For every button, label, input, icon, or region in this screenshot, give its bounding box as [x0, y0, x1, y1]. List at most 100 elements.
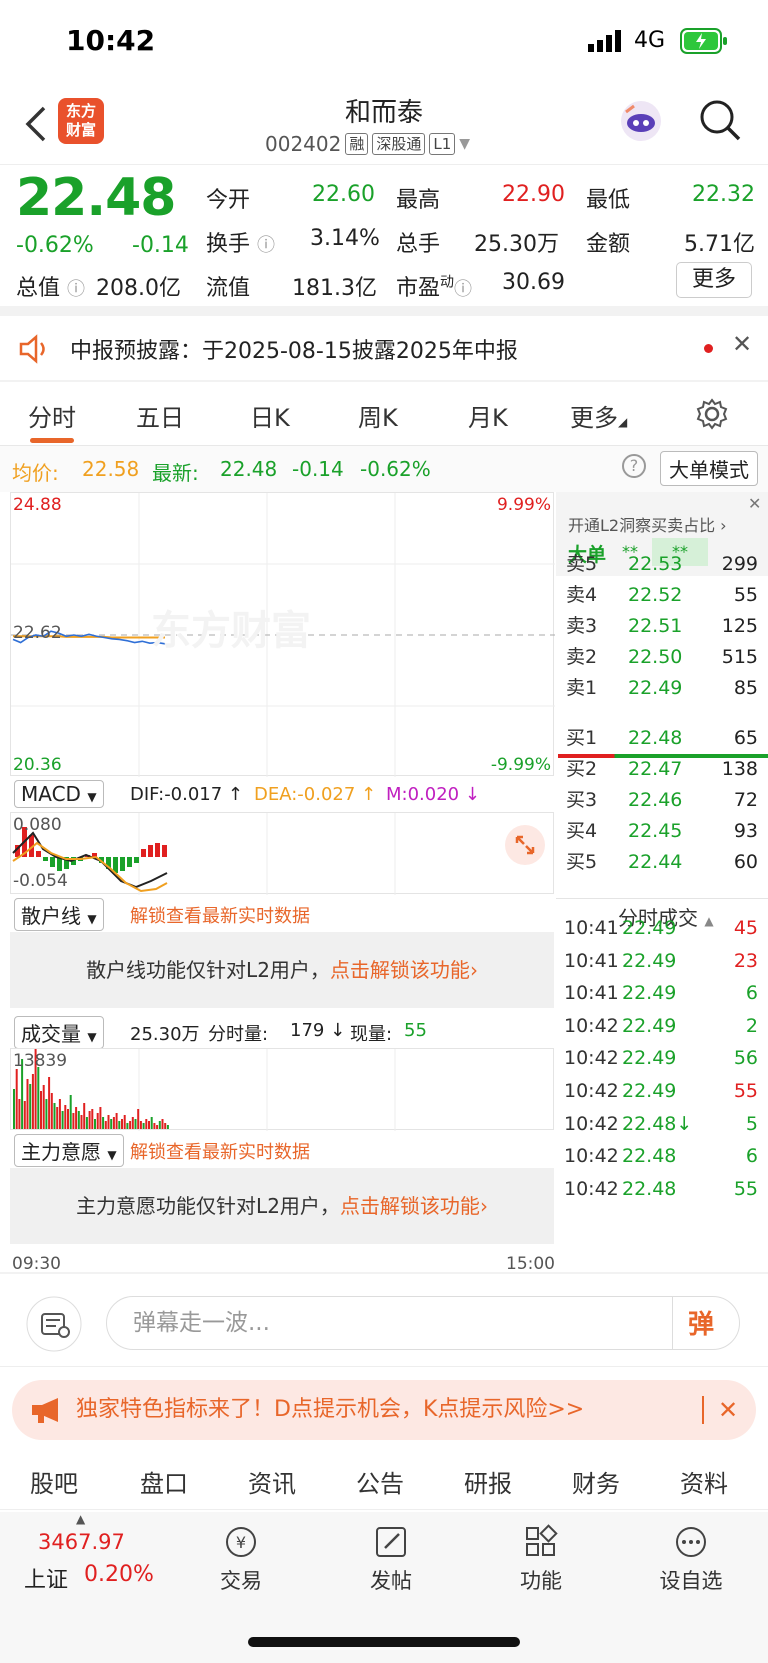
- gear-icon[interactable]: [696, 398, 728, 430]
- tab-more[interactable]: 更多◢: [570, 398, 627, 433]
- big-order-mode-button[interactable]: 大单模式: [660, 451, 758, 486]
- volume-bar: [88, 1111, 91, 1129]
- open-label: 今开: [206, 188, 251, 213]
- market-cap: 208.0亿: [96, 276, 181, 301]
- tab-five-day[interactable]: 五日: [136, 398, 184, 433]
- macd-m: M:0.020 ↓: [386, 784, 480, 805]
- main-force-unlock-button[interactable]: 点击解锁该功能›: [340, 1194, 488, 1218]
- high-value: 22.90: [502, 182, 565, 207]
- macd-chart[interactable]: 0.080 -0.054: [10, 812, 554, 895]
- help-icon[interactable]: ?: [622, 454, 646, 478]
- volume-bar: [156, 1125, 159, 1129]
- grid-icon: [526, 1524, 558, 1556]
- tab-announcement[interactable]: 公告: [356, 1464, 404, 1499]
- ask-row: 卖2 22.50 515: [566, 646, 758, 668]
- ask-row: 卖5 22.53 299: [566, 553, 758, 575]
- close-icon[interactable]: ✕: [718, 1380, 738, 1440]
- chart-tabs: 分时 五日 日K 周K 月K 更多◢: [0, 382, 768, 446]
- turnover-value: 3.14%: [310, 226, 380, 251]
- last-value: 22.48: [220, 457, 278, 481]
- danmu-settings-icon[interactable]: [26, 1296, 82, 1352]
- turnover-label: 换手 ⓘ: [206, 232, 276, 257]
- tab-profile[interactable]: 资料: [680, 1464, 728, 1499]
- tab-news[interactable]: 资讯: [248, 1464, 296, 1499]
- nav-function[interactable]: 功能: [496, 1524, 586, 1595]
- volume-chart[interactable]: 13839: [10, 1048, 554, 1131]
- stock-code-row[interactable]: 002402 融 深股通 L1 ▼: [265, 132, 470, 156]
- main-force-unlock-link[interactable]: 解锁查看最新实时数据: [130, 1138, 310, 1164]
- volume-bar: [164, 1123, 167, 1129]
- retail-unlock-button[interactable]: 点击解锁该功能›: [330, 958, 478, 982]
- danmu-send-button[interactable]: 弹: [688, 1304, 714, 1341]
- tab-intraday[interactable]: 分时: [28, 398, 76, 433]
- volume-bar: [150, 1117, 153, 1129]
- volume-total: 25.30万: [130, 1024, 200, 1045]
- volume-bar: [13, 1089, 15, 1129]
- close-icon[interactable]: ✕: [748, 494, 761, 513]
- pct-max-label: 9.99%: [496, 495, 551, 515]
- macd-bar: [36, 851, 41, 857]
- time-start: 09:30: [12, 1254, 61, 1274]
- bid-row: 买2 22.47 138: [566, 758, 758, 780]
- network-type: 4G: [634, 28, 666, 53]
- volume-bar: [112, 1117, 115, 1129]
- stock-header: 东方 财富 和而泰 002402 融 深股通 L1 ▼: [0, 86, 768, 164]
- nav-post[interactable]: 发帖: [346, 1524, 436, 1595]
- bid-row: 买3 22.46 72: [566, 789, 758, 811]
- tab-weekly-k[interactable]: 周K: [358, 398, 398, 433]
- main-force-selector[interactable]: 主力意愿 ▼: [14, 1134, 124, 1167]
- tab-research[interactable]: 研报: [464, 1464, 512, 1499]
- volume-bar: [115, 1113, 118, 1129]
- unread-dot: [704, 344, 713, 353]
- retail-unlock-link[interactable]: 解锁查看最新实时数据: [130, 902, 310, 928]
- notice-bar[interactable]: 中报预披露：于2025-08-15披露2025年中报 ✕: [0, 316, 768, 380]
- intraday-chart[interactable]: 东方财富 24.88 22.62 20.36 9.99% -9.99%: [10, 492, 555, 777]
- index-value[interactable]: 3467.97: [38, 1530, 125, 1554]
- nav-watchlist[interactable]: 设自选: [646, 1524, 736, 1595]
- trade-row: 10:42 22.48 6: [564, 1145, 758, 1168]
- volume-bar: [69, 1095, 72, 1129]
- volume-bar: [85, 1117, 88, 1129]
- volume-bar: [123, 1115, 126, 1129]
- nav-trade[interactable]: ¥ 交易: [196, 1524, 286, 1595]
- volume-bar: [131, 1117, 134, 1129]
- tab-guba[interactable]: 股吧: [30, 1464, 78, 1499]
- more-quote-button[interactable]: 更多: [676, 262, 752, 298]
- danmu-input[interactable]: 弹幕走一波...: [106, 1296, 740, 1350]
- bid-row: 买1 22.48 65: [566, 727, 758, 749]
- macd-bar: [155, 843, 160, 857]
- index-pct[interactable]: 0.20%: [84, 1562, 154, 1587]
- trade-row: 10:41 22.49 23: [564, 949, 758, 972]
- trade-icon: ¥: [226, 1527, 256, 1557]
- tab-pankou[interactable]: 盘口: [140, 1464, 188, 1499]
- robot-assistant-icon[interactable]: [616, 96, 666, 146]
- l2-promo-title: 开通L2洞察买卖占比 ›: [568, 516, 727, 535]
- stock-code: 002402: [265, 132, 342, 156]
- retail-selector[interactable]: 散户线 ▼: [14, 898, 104, 931]
- avg-value: 22.58: [82, 457, 140, 481]
- last-label: 最新:: [152, 461, 199, 485]
- macd-selector[interactable]: MACD ▼: [14, 780, 104, 808]
- volume-bar: [129, 1121, 132, 1129]
- tab-monthly-k[interactable]: 月K: [468, 398, 508, 433]
- volume-selector[interactable]: 成交量 ▼: [14, 1016, 104, 1049]
- volume-bar: [107, 1115, 110, 1129]
- search-icon[interactable]: [698, 98, 742, 142]
- high-label: 最高: [396, 188, 441, 213]
- volume-chart-svg: [13, 1049, 396, 1131]
- main-force-lock-box: 主力意愿功能仅针对L2用户，点击解锁该功能›: [10, 1168, 554, 1244]
- close-icon[interactable]: ✕: [732, 330, 752, 358]
- index-name[interactable]: 上证: [24, 1562, 68, 1594]
- volume-label: 总手: [396, 232, 441, 257]
- amount-value: 5.71亿: [684, 232, 755, 257]
- promo-banner[interactable]: 独家特色指标来了！D点提示机会，K点提示风险>> ✕: [12, 1380, 756, 1440]
- status-time: 10:42: [66, 24, 156, 57]
- volume-bar: [145, 1119, 148, 1129]
- megaphone-icon: [32, 1398, 58, 1423]
- expand-icon[interactable]: [505, 825, 545, 865]
- tab-daily-k[interactable]: 日K: [250, 398, 290, 433]
- tab-finance[interactable]: 财务: [572, 1464, 620, 1499]
- notice-text: 中报预披露：于2025-08-15披露2025年中报: [70, 339, 518, 364]
- info-icon: ⓘ: [257, 235, 276, 256]
- volume-bar: [96, 1113, 99, 1129]
